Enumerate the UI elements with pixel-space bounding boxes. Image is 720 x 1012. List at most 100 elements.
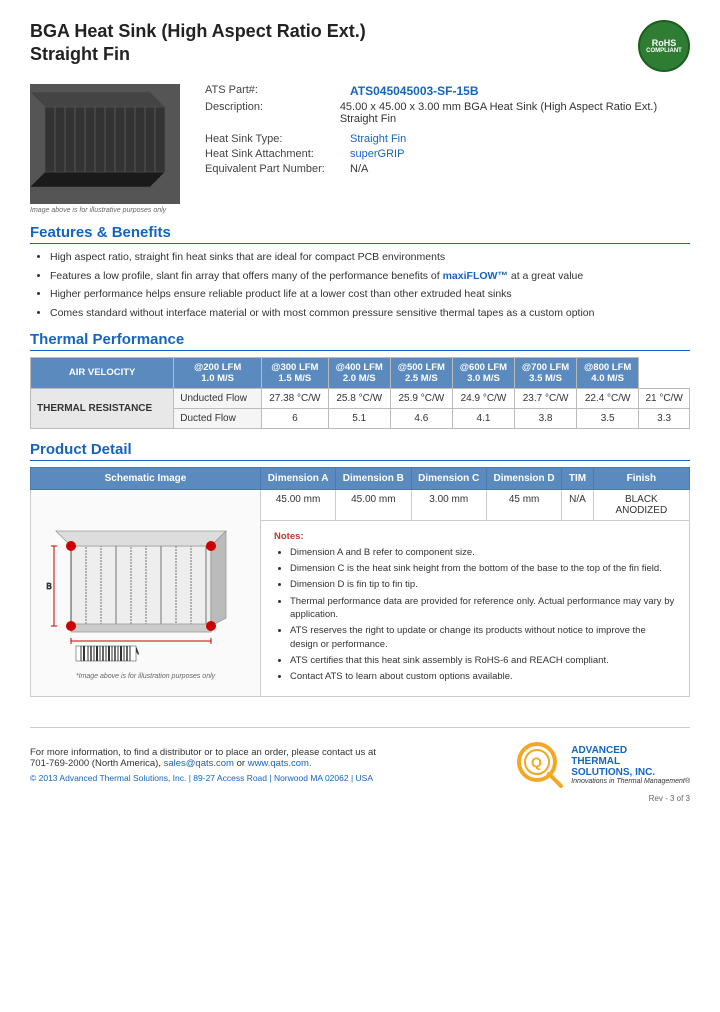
col-200lfm: @200 LFM1.0 M/S [174,357,262,388]
unducted-300: 25.8 °C/W [328,388,390,408]
product-info-section: Image above is for illustrative purposes… [30,84,690,214]
schematic-header: Schematic Image [31,467,261,489]
svg-text:Q: Q [531,754,542,770]
detail-table: Schematic Image Dimension A Dimension B … [30,467,690,698]
image-caption: Image above is for illustrative purposes… [30,207,185,214]
dimensions-row: A B [31,489,690,520]
footer-section: For more information, to find a distribu… [30,727,690,790]
col-400lfm: @400 LFM2.0 M/S [328,357,390,388]
product-image-box: Image above is for illustrative purposes… [30,84,185,214]
svg-text:B: B [46,582,51,591]
notes-section: Notes: Dimension A and B refer to compon… [266,525,684,693]
footer-left: For more information, to find a distribu… [30,747,376,783]
feature-2: Features a low profile, slant fin array … [50,269,690,284]
product-specs: ATS Part#: ATS045045003-SF-15B Descripti… [205,84,690,214]
ats-text-block: ADVANCEDTHERMALSOLUTIONS, INC. Innovatio… [571,745,690,785]
unducted-label: Unducted Flow [174,388,262,408]
product-image [30,84,180,204]
note-7: Contact ATS to learn about custom option… [290,670,676,683]
thermal-table: AIR VELOCITY @200 LFM1.0 M/S @300 LFM1.5… [30,357,690,429]
air-velocity-header: AIR VELOCITY [31,357,174,388]
dim-a-value: 45.00 mm [261,489,336,520]
rohs-text: RoHS [652,38,677,48]
dim-d-header: Dimension D [486,467,561,489]
equivalent-label: Equivalent Part Number: [205,163,350,175]
unducted-200: 27.38 °C/W [262,388,329,408]
heat-sink-type-label: Heat Sink Type: [205,133,350,145]
unducted-500: 24.9 °C/W [452,388,514,408]
schematic-svg: A B [41,506,251,666]
maxiflow-highlight: maxiFLOW™ [443,270,508,282]
features-title: Features & Benefits [30,224,690,244]
footer-contact: For more information, to find a distribu… [30,747,376,769]
footer-email[interactable]: sales@qats.com [164,758,234,769]
equivalent-row: Equivalent Part Number: N/A [205,163,690,175]
heatsink-svg [30,87,180,202]
feature-4: Comes standard without interface materia… [50,306,690,321]
rohs-badge: RoHS COMPLIANT [638,20,690,72]
feature-1: High aspect ratio, straight fin heat sin… [50,250,690,265]
rohs-compliant: COMPLIANT [646,48,682,54]
description-row: Description: 45.00 x 45.00 x 3.00 mm BGA… [205,101,690,125]
finish-header: Finish [593,467,689,489]
ats-company-name: ADVANCEDTHERMALSOLUTIONS, INC. [571,745,690,778]
col-700lfm: @700 LFM3.5 M/S [515,357,577,388]
ats-tagline: Innovations in Thermal Management® [571,778,690,785]
title-line2: Straight Fin [30,44,130,64]
attachment-value: superGRIP [350,148,404,160]
description-label: Description: [205,101,340,125]
ducted-400: 4.6 [390,408,452,428]
footer-website[interactable]: www.qats.com. [248,758,312,769]
ducted-200: 6 [262,408,329,428]
part-number-row: ATS Part#: ATS045045003-SF-15B [205,84,690,98]
notes-cell: Notes: Dimension A and B refer to compon… [261,520,690,697]
footer-copyright: © 2013 Advanced Thermal Solutions, Inc. … [30,773,376,783]
dim-c-value: 3.00 mm [411,489,486,520]
schematic-cell: A B [31,489,261,697]
heat-sink-type-value: Straight Fin [350,133,406,145]
note-5: ATS reserves the right to update or chan… [290,624,676,651]
ducted-label: Ducted Flow [174,408,262,428]
thermal-resistance-label: THERMAL RESISTANCE [31,388,174,428]
unducted-700: 22.4 °C/W [577,388,639,408]
note-1: Dimension A and B refer to component siz… [290,546,676,559]
note-4: Thermal performance data are provided fo… [290,595,676,622]
footer-or: or [234,758,248,769]
heat-sink-type-row: Heat Sink Type: Straight Fin [205,133,690,145]
ducted-800: 3.3 [639,408,690,428]
col-600lfm: @600 LFM3.0 M/S [452,357,514,388]
ats-q-svg: Q [515,740,565,790]
tim-header: TIM [562,467,593,489]
ducted-300: 5.1 [328,408,390,428]
page-number: Rev - 3 of 3 [30,794,690,803]
title-line1: BGA Heat Sink (High Aspect Ratio Ext.) [30,21,366,41]
ducted-600: 3.8 [515,408,577,428]
product-detail-title: Product Detail [30,441,690,461]
attachment-label: Heat Sink Attachment: [205,148,350,160]
unducted-600: 23.7 °C/W [515,388,577,408]
product-title: BGA Heat Sink (High Aspect Ratio Ext.) S… [30,20,366,67]
attachment-row: Heat Sink Attachment: superGRIP [205,148,690,160]
description-value: 45.00 x 45.00 x 3.00 mm BGA Heat Sink (H… [340,101,690,125]
unducted-400: 25.9 °C/W [390,388,452,408]
col-800lfm: @800 LFM4.0 M/S [577,357,639,388]
notes-list: Dimension A and B refer to component siz… [274,546,676,684]
dim-a-header: Dimension A [261,467,336,489]
note-2: Dimension C is the heat sink height from… [290,562,676,575]
col-500lfm: @500 LFM2.5 M/S [390,357,452,388]
unducted-row: THERMAL RESISTANCE Unducted Flow 27.38 °… [31,388,690,408]
note-6: ATS certifies that this heat sink assemb… [290,654,676,667]
ats-logo: Q ADVANCEDTHERMALSOLUTIONS, INC. Innovat… [515,740,690,790]
note-3: Dimension D is fin tip to fin tip. [290,578,676,591]
feature-3: Higher performance helps ensure reliable… [50,287,690,302]
unducted-800: 21 °C/W [639,388,690,408]
part-number-value: ATS045045003-SF-15B [350,84,479,98]
dim-d-value: 45 mm [486,489,561,520]
col-300lfm: @300 LFM1.5 M/S [262,357,329,388]
finish-value: BLACK ANODIZED [593,489,689,520]
dim-b-value: 45.00 mm [336,489,411,520]
tim-value: N/A [562,489,593,520]
part-number-label: ATS Part#: [205,84,350,98]
ducted-700: 3.5 [577,408,639,428]
dim-c-header: Dimension C [411,467,486,489]
